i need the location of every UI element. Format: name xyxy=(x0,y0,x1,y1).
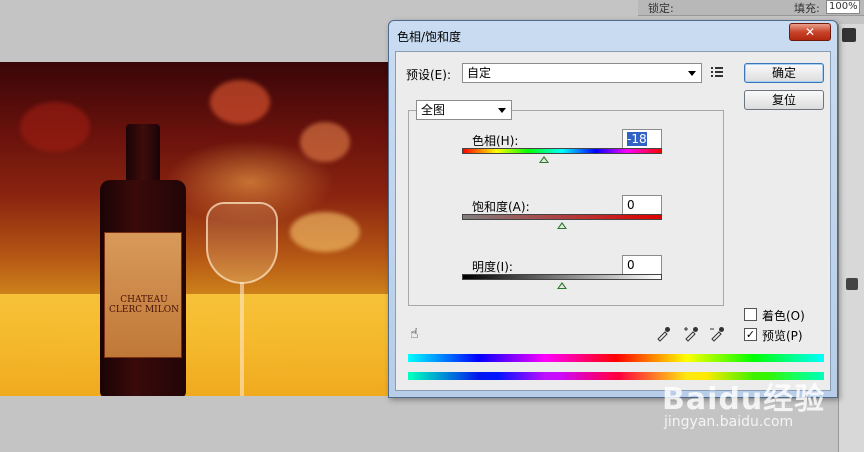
dialog-title: 色相/饱和度 xyxy=(397,30,462,44)
colorize-label: 着色(O) xyxy=(762,309,805,323)
ok-button[interactable]: 确定 xyxy=(744,63,824,83)
preset-select[interactable]: 自定 xyxy=(462,63,702,83)
eyedropper-icon[interactable] xyxy=(654,326,672,344)
dialog-titlebar[interactable]: 色相/饱和度 ✕ xyxy=(389,21,837,49)
dialog-body: 预设(E): 自定 确定 复位 全图 色相(H): -18 饱和度(A): 0 xyxy=(395,51,831,391)
lock-icon xyxy=(842,28,856,42)
document-canvas[interactable]: CHATEAU CLERC MILON xyxy=(0,62,390,396)
lightness-input[interactable]: 0 xyxy=(622,255,662,275)
eyedropper-plus-icon[interactable] xyxy=(682,326,700,344)
bokeh-light xyxy=(20,102,90,152)
bokeh-light xyxy=(210,80,270,124)
lock-icon xyxy=(846,278,858,290)
lightness-slider-track[interactable] xyxy=(462,274,662,280)
hue-label: 色相(H): xyxy=(472,134,519,148)
hue-saturation-dialog: 色相/饱和度 ✕ 预设(E): 自定 确定 复位 全图 色相(H): -18 饱… xyxy=(388,20,838,398)
table-surface xyxy=(0,294,390,396)
saturation-input[interactable]: 0 xyxy=(622,195,662,215)
fill-label: 填充: xyxy=(794,2,820,15)
reset-button[interactable]: 复位 xyxy=(744,90,824,110)
close-icon: ✕ xyxy=(804,25,816,39)
watermark: Baidu经验 jingyan.baidu.com xyxy=(660,356,860,452)
lock-label: 锁定: xyxy=(648,2,674,15)
saturation-slider-thumb[interactable] xyxy=(557,222,567,229)
channel-value: 全图 xyxy=(421,103,446,117)
hue-slider-track[interactable] xyxy=(462,148,662,154)
wine-glass-stem xyxy=(240,282,244,396)
hue-input[interactable]: -18 xyxy=(622,129,662,149)
lightness-label: 明度(I): xyxy=(472,260,513,274)
saturation-value: 0 xyxy=(627,198,635,212)
checkmark-icon: ✓ xyxy=(745,328,756,341)
fill-input[interactable]: 100% xyxy=(826,0,860,14)
eyedropper-minus-icon[interactable] xyxy=(708,326,726,344)
layers-options-bar: 锁定: 填充: 100% xyxy=(638,0,864,16)
preset-label: 预设(E): xyxy=(406,68,451,82)
wine-glass-bowl xyxy=(206,202,278,284)
hue-slider-thumb[interactable] xyxy=(539,156,549,163)
preview-checkbox[interactable]: ✓ xyxy=(744,328,757,341)
watermark-logo: Baidu经验 xyxy=(662,382,826,417)
bottle-label: CHATEAU CLERC MILON xyxy=(104,232,182,358)
saturation-label: 饱和度(A): xyxy=(472,200,530,214)
chevron-down-icon xyxy=(498,108,506,113)
lightness-slider-thumb[interactable] xyxy=(557,282,567,289)
lightness-value: 0 xyxy=(627,258,635,272)
bokeh-light xyxy=(290,212,360,252)
list-options-icon[interactable] xyxy=(710,65,726,79)
channel-select[interactable]: 全图 xyxy=(416,100,512,120)
bottle-label-text: CHATEAU CLERC MILON xyxy=(109,295,179,315)
colorize-checkbox[interactable] xyxy=(744,308,757,321)
preset-value: 自定 xyxy=(467,66,492,80)
bokeh-light xyxy=(300,122,350,162)
chevron-down-icon xyxy=(688,71,696,76)
close-button[interactable]: ✕ xyxy=(789,23,831,41)
target-adjust-hand-icon[interactable]: ☝ xyxy=(410,324,430,344)
preview-label: 预览(P) xyxy=(762,329,803,343)
saturation-slider-track[interactable] xyxy=(462,214,662,220)
watermark-url: jingyan.baidu.com xyxy=(664,414,794,430)
hue-value: -18 xyxy=(627,132,647,146)
